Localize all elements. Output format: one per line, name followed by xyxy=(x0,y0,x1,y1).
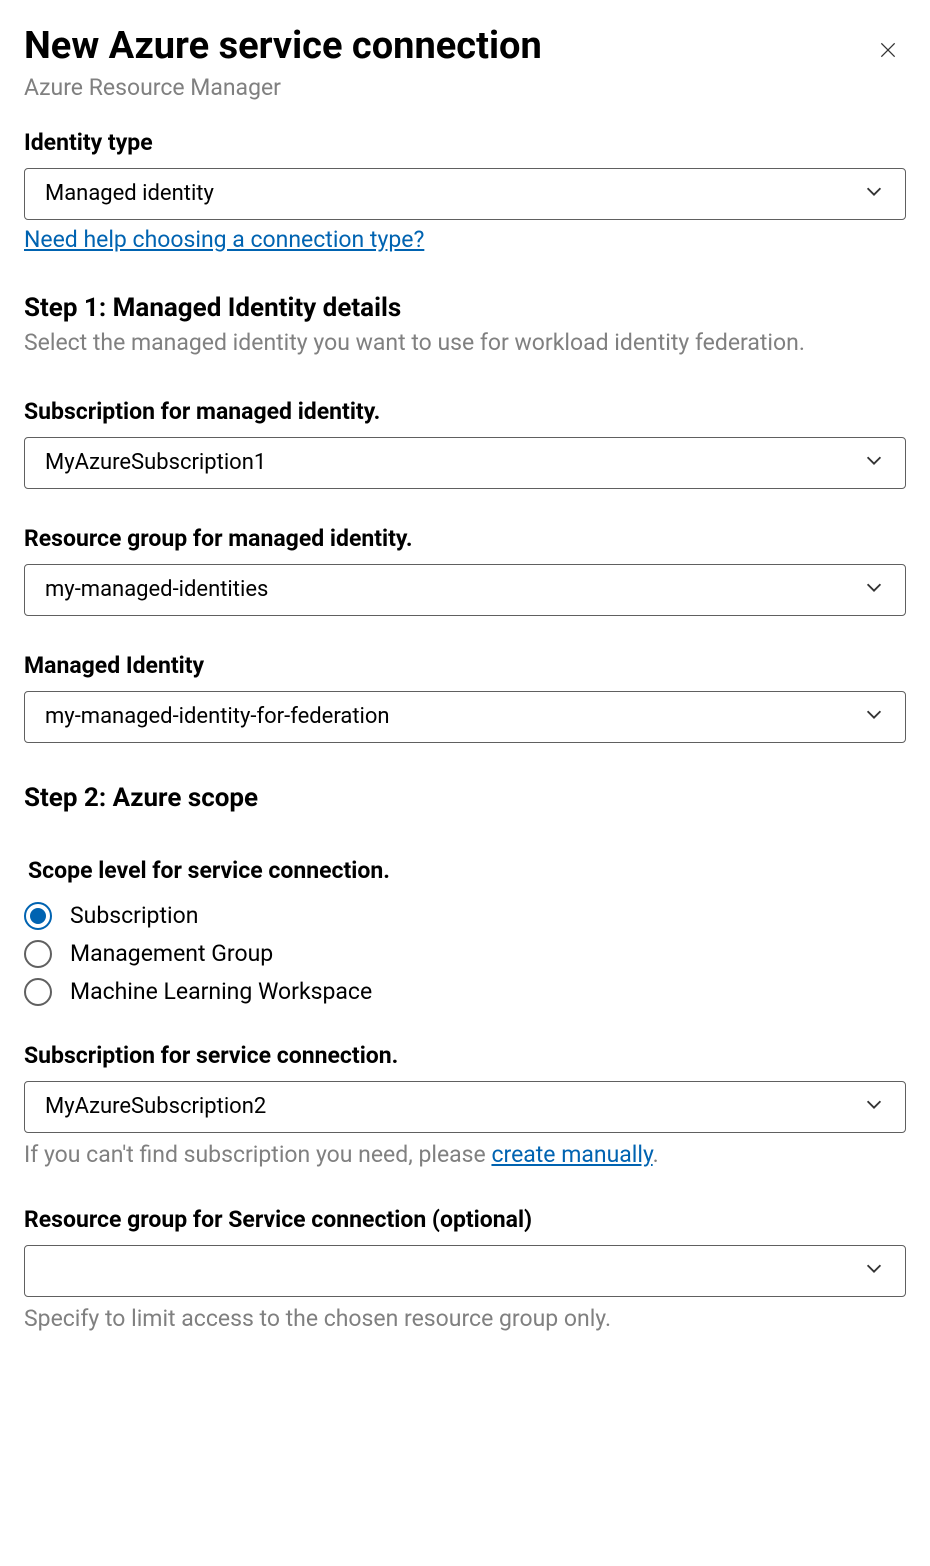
sc-subscription-help: If you can't find subscription you need,… xyxy=(24,1139,906,1170)
sc-subscription-dropdown[interactable]: MyAzureSubscription2 xyxy=(24,1081,906,1133)
chevron-down-icon xyxy=(863,449,885,477)
identity-type-label: Identity type xyxy=(24,129,906,156)
radio-unselected-icon xyxy=(24,940,52,968)
step1-heading: Step 1: Managed Identity details xyxy=(24,293,906,323)
help-suffix: . xyxy=(653,1141,659,1168)
mi-subscription-value: MyAzureSubscription1 xyxy=(45,450,266,475)
identity-type-value: Managed identity xyxy=(45,181,214,206)
close-icon xyxy=(878,48,898,63)
step1-section: Step 1: Managed Identity details Select … xyxy=(24,293,906,358)
mi-resource-group-field: Resource group for managed identity. my-… xyxy=(24,525,906,616)
close-button[interactable] xyxy=(870,32,906,71)
managed-identity-dropdown[interactable]: my-managed-identity-for-federation xyxy=(24,691,906,743)
radio-unselected-icon xyxy=(24,978,52,1006)
mi-subscription-dropdown[interactable]: MyAzureSubscription1 xyxy=(24,437,906,489)
step2-section: Step 2: Azure scope xyxy=(24,783,906,813)
chevron-down-icon xyxy=(863,576,885,604)
radio-selected-icon xyxy=(24,902,52,930)
chevron-down-icon xyxy=(863,703,885,731)
dialog-header: New Azure service connection Azure Resou… xyxy=(24,24,906,101)
chevron-down-icon xyxy=(863,1257,885,1285)
header-text: New Azure service connection Azure Resou… xyxy=(24,24,542,101)
scope-option-management-group[interactable]: Management Group xyxy=(24,940,906,968)
help-prefix: If you can't find subscription you need,… xyxy=(24,1141,491,1168)
radio-label: Machine Learning Workspace xyxy=(70,978,372,1005)
sc-resource-group-dropdown[interactable] xyxy=(24,1245,906,1297)
mi-resource-group-value: my-managed-identities xyxy=(45,577,268,602)
sc-subscription-field: Subscription for service connection. MyA… xyxy=(24,1042,906,1170)
chevron-down-icon xyxy=(863,1093,885,1121)
mi-subscription-field: Subscription for managed identity. MyAzu… xyxy=(24,398,906,489)
dialog-subtitle: Azure Resource Manager xyxy=(24,74,542,101)
radio-label: Management Group xyxy=(70,940,273,967)
step1-description: Select the managed identity you want to … xyxy=(24,327,906,358)
scope-level-field: Scope level for service connection. Subs… xyxy=(24,857,906,1006)
scope-level-radio-group: Subscription Management Group Machine Le… xyxy=(24,902,906,1006)
radio-label: Subscription xyxy=(70,902,198,929)
identity-type-dropdown[interactable]: Managed identity xyxy=(24,168,906,220)
help-choosing-link[interactable]: Need help choosing a connection type? xyxy=(24,226,424,253)
sc-resource-group-label: Resource group for Service connection (o… xyxy=(24,1206,906,1233)
create-manually-link[interactable]: create manually xyxy=(491,1141,652,1168)
dialog-title: New Azure service connection xyxy=(24,24,542,70)
identity-type-field: Identity type Managed identity Need help… xyxy=(24,129,906,253)
mi-resource-group-dropdown[interactable]: my-managed-identities xyxy=(24,564,906,616)
sc-resource-group-field: Resource group for Service connection (o… xyxy=(24,1206,906,1334)
scope-option-subscription[interactable]: Subscription xyxy=(24,902,906,930)
sc-resource-group-help: Specify to limit access to the chosen re… xyxy=(24,1303,906,1334)
mi-subscription-label: Subscription for managed identity. xyxy=(24,398,906,425)
scope-option-ml-workspace[interactable]: Machine Learning Workspace xyxy=(24,978,906,1006)
managed-identity-value: my-managed-identity-for-federation xyxy=(45,704,390,729)
sc-subscription-value: MyAzureSubscription2 xyxy=(45,1094,266,1119)
step2-heading: Step 2: Azure scope xyxy=(24,783,906,813)
mi-resource-group-label: Resource group for managed identity. xyxy=(24,525,906,552)
scope-level-label: Scope level for service connection. xyxy=(28,857,906,884)
sc-subscription-label: Subscription for service connection. xyxy=(24,1042,906,1069)
chevron-down-icon xyxy=(863,180,885,208)
managed-identity-field: Managed Identity my-managed-identity-for… xyxy=(24,652,906,743)
managed-identity-label: Managed Identity xyxy=(24,652,906,679)
